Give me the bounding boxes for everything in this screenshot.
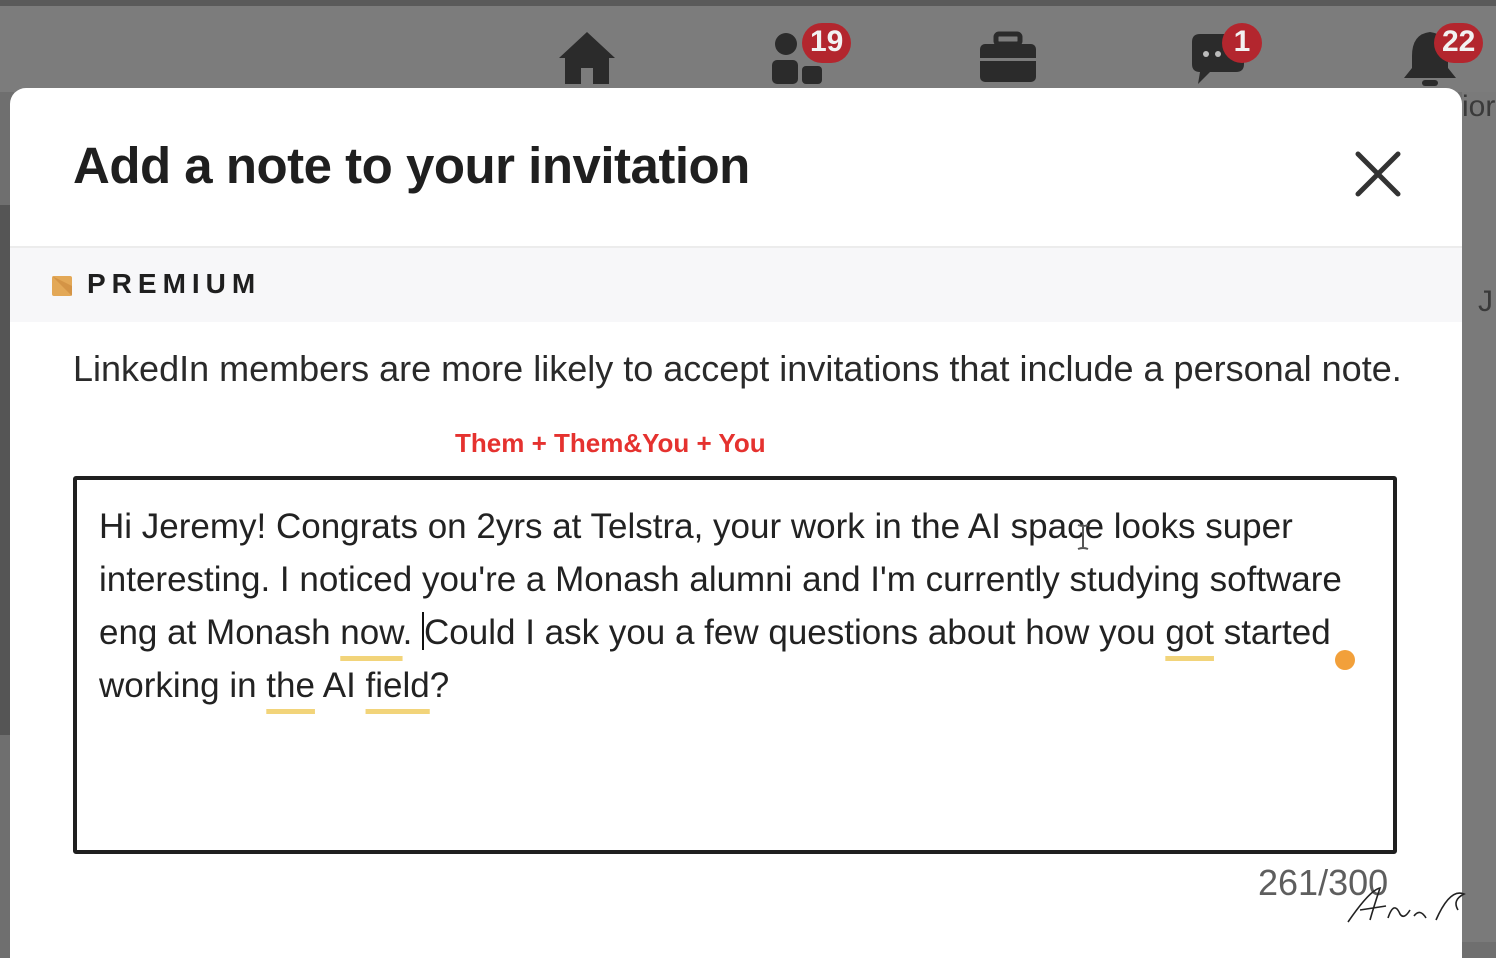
invitation-note-dialog: Add a note to your invitation PREMIUM Li… [10,88,1462,958]
suggestion-word[interactable]: got [1165,613,1214,652]
messaging-badge: 1 [1222,23,1262,63]
close-icon[interactable] [1350,146,1406,202]
premium-label: PREMIUM [87,268,262,299]
suggestion-word[interactable]: field [366,666,430,705]
background-partial-label: ior [1462,90,1496,123]
note-segment: . [402,613,423,652]
network-badge: 19 [802,23,852,63]
suggestion-word[interactable]: now [340,613,402,652]
background-panel-left [0,205,10,735]
dialog-title: Add a note to your invitation [73,137,750,194]
grammar-indicator-icon[interactable] [1335,650,1355,670]
note-segment: ? [429,666,450,705]
briefcase-icon[interactable] [976,28,1040,88]
background-panel-right [1462,92,1496,942]
signature-watermark [1347,886,1466,923]
premium-icon [52,276,72,296]
note-textarea[interactable]: Hi Jeremy! Congrats on 2yrs at Telstra, … [73,476,1397,854]
background-partial-letter: J [1478,285,1493,318]
note-segment: Could I ask you a few questions about ho… [424,613,1166,652]
suggestion-word[interactable]: the [266,666,315,705]
note-segment: AI [314,666,366,705]
text-cursor-icon [1077,524,1089,550]
annotation-overlay: Them + Them&You + You [455,428,766,458]
dialog-description: LinkedIn members are more likely to acce… [73,348,1402,389]
premium-banner: PREMIUM [10,248,1462,322]
home-icon[interactable] [555,28,619,88]
dialog-header: Add a note to your invitation [10,88,1462,248]
note-text[interactable]: Hi Jeremy! Congrats on 2yrs at Telstra, … [99,500,1371,712]
notifications-badge: 22 [1434,23,1484,63]
top-navigation: 19 1 22 [0,0,1496,92]
